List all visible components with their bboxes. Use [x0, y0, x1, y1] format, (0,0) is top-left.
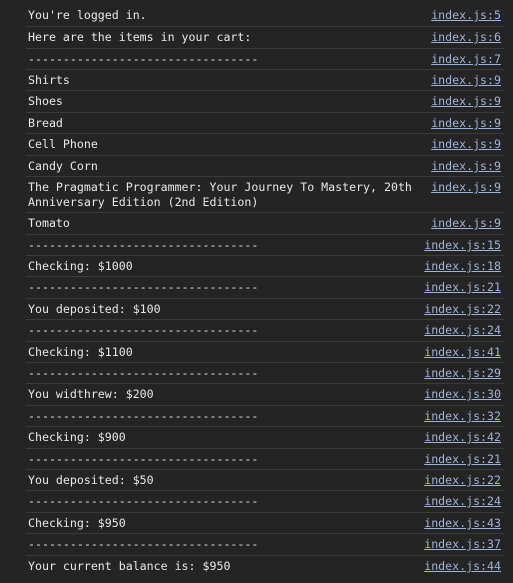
console-source-link[interactable]: index.js:42: [424, 430, 501, 445]
console-source-link[interactable]: index.js:30: [424, 387, 501, 402]
console-message: You widthrew: $200 index.js:30: [26, 384, 504, 406]
console-message-text: Cell Phone: [28, 137, 98, 151]
console-source-link[interactable]: index.js:5: [431, 8, 501, 23]
console-message-text: Checking: $950: [28, 516, 126, 530]
console-source-link[interactable]: index.js:9: [431, 116, 501, 131]
console-source-link[interactable]: index.js:15: [424, 238, 501, 253]
console-message-text: The Pragmatic Programmer: Your Journey T…: [28, 180, 419, 209]
console-message: The Pragmatic Programmer: Your Journey T…: [26, 177, 504, 213]
console-message: Shirts index.js:9: [26, 70, 504, 91]
console-message-text: Shirts: [28, 73, 70, 87]
console-source-link[interactable]: index.js:9: [431, 216, 501, 231]
console-message-text: ---------------------------------: [28, 366, 259, 380]
console-source-link[interactable]: index.js:32: [424, 409, 501, 424]
console-source-link[interactable]: index.js:22: [424, 302, 501, 317]
console-message-text: You deposited: $50: [28, 473, 154, 487]
console-message: Candy Corn index.js:9: [26, 156, 504, 177]
console-message: --------------------------------- index.…: [26, 277, 504, 299]
console-message: --------------------------------- index.…: [26, 235, 504, 256]
console-source-link[interactable]: index.js:44: [424, 559, 501, 574]
console-message-text: ---------------------------------: [28, 238, 259, 252]
console-message: --------------------------------- index.…: [26, 320, 504, 342]
console-message: Checking: $950 index.js:43: [26, 513, 504, 534]
console-message: --------------------------------- index.…: [26, 449, 504, 470]
console-source-link[interactable]: index.js:21: [424, 452, 501, 467]
console-message: --------------------------------- index.…: [26, 491, 504, 513]
console-source-link[interactable]: index.js:6: [431, 30, 501, 45]
console-message: You deposited: $100 index.js:22: [26, 299, 504, 320]
console-source-link[interactable]: index.js:22: [424, 473, 501, 488]
console-message-text: Here are the items in your cart:: [28, 30, 252, 44]
console-message: Checking: $1000 index.js:18: [26, 256, 504, 277]
console-message: Checking: $900 index.js:42: [26, 427, 504, 449]
console-message-text: Checking: $1100: [28, 345, 133, 359]
console-message: Your current balance is: $950 index.js:4…: [26, 556, 504, 577]
console-message-text: Your current balance is: $950: [28, 559, 231, 573]
console-message: Shoes index.js:9: [26, 91, 504, 113]
console-message-text: Bread: [28, 116, 63, 130]
console-message: Bread index.js:9: [26, 113, 504, 134]
console-message: Here are the items in your cart: index.j…: [26, 27, 504, 49]
console-source-link[interactable]: index.js:24: [424, 323, 501, 338]
console-source-link[interactable]: index.js:9: [431, 73, 501, 88]
console-message-text: Tomato: [28, 216, 70, 230]
console-message-text: ---------------------------------: [28, 537, 259, 551]
console-source-link[interactable]: index.js:43: [424, 516, 501, 531]
console-message: --------------------------------- index.…: [26, 49, 504, 70]
console-source-link[interactable]: index.js:9: [431, 137, 501, 152]
console-source-link[interactable]: index.js:24: [424, 494, 501, 509]
console-message: --------------------------------- index.…: [26, 406, 504, 427]
console-message: Cell Phone index.js:9: [26, 134, 504, 156]
console-message-text: Shoes: [28, 94, 63, 108]
console-source-link[interactable]: index.js:37: [424, 537, 501, 552]
console-message-text: Candy Corn: [28, 159, 98, 173]
console-message-text: ---------------------------------: [28, 494, 259, 508]
console-source-link[interactable]: index.js:41: [424, 345, 501, 360]
console-source-link[interactable]: index.js:7: [431, 52, 501, 67]
console-message-text: ---------------------------------: [28, 280, 259, 294]
console-message: --------------------------------- index.…: [26, 534, 504, 556]
console-message-text: Checking: $1000: [28, 259, 133, 273]
console-source-link[interactable]: index.js:21: [424, 280, 501, 295]
console-source-link[interactable]: index.js:18: [424, 259, 501, 274]
console-source-link[interactable]: index.js:29: [424, 366, 501, 381]
console-source-link[interactable]: index.js:9: [431, 159, 501, 174]
console-message-text: You're logged in.: [28, 8, 147, 22]
console-message-text: ---------------------------------: [28, 409, 259, 423]
console-source-link[interactable]: index.js:9: [431, 94, 501, 109]
console-message-text: ---------------------------------: [28, 452, 259, 466]
console-message: You deposited: $50 index.js:22: [26, 470, 504, 491]
console-message: Tomato index.js:9: [26, 213, 504, 235]
console-source-link[interactable]: index.js:9: [431, 180, 501, 195]
console-message-text: ---------------------------------: [28, 52, 259, 66]
console-panel: You're logged in. index.js:5 Here are th…: [0, 0, 513, 583]
console-message-text: You deposited: $100: [28, 302, 161, 316]
console-message-text: You widthrew: $200: [28, 387, 154, 401]
console-message: --------------------------------- index.…: [26, 363, 504, 384]
console-message-text: Checking: $900: [28, 430, 126, 444]
console-message: You're logged in. index.js:5: [26, 5, 504, 27]
console-message-text: ---------------------------------: [28, 323, 259, 337]
console-message: Checking: $1100 index.js:41: [26, 342, 504, 363]
